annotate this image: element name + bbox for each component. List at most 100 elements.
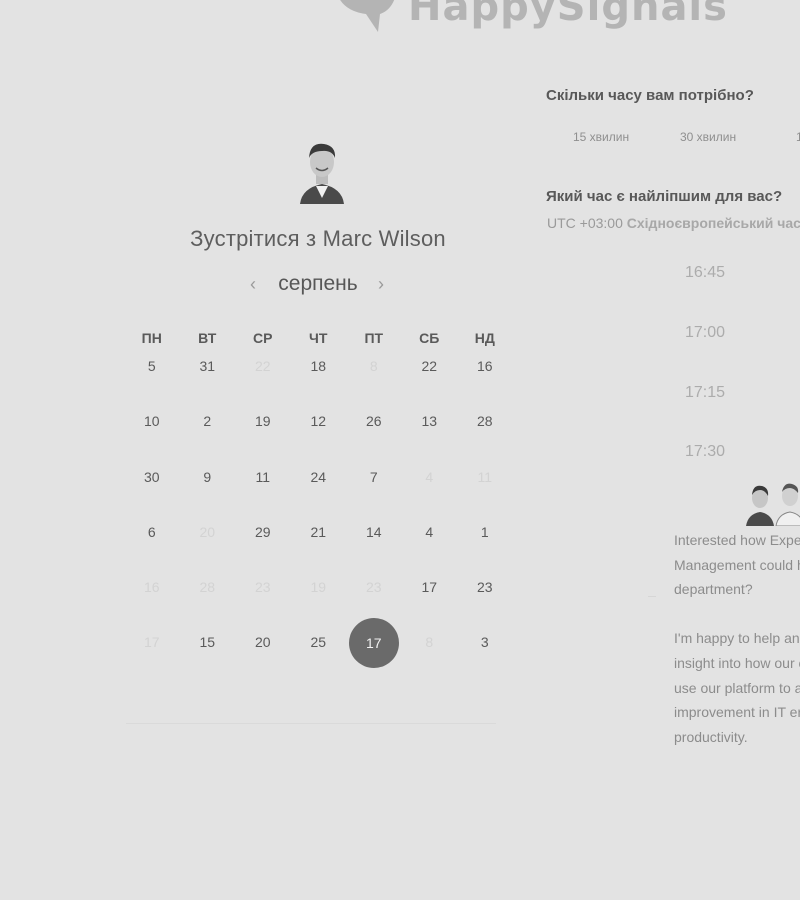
calendar-day-number: 28 bbox=[476, 413, 493, 430]
calendar-day-number: 19 bbox=[254, 413, 271, 430]
chevron-right-icon[interactable]: › bbox=[378, 274, 384, 295]
calendar-day-number: 20 bbox=[199, 523, 216, 540]
calendar-day[interactable]: 31 bbox=[180, 354, 236, 409]
time-slot[interactable]: 16:45 bbox=[646, 258, 764, 288]
calendar-day: 17 bbox=[124, 630, 180, 685]
description-line: use our platform to a bbox=[674, 679, 800, 696]
month-navigator: ‹ серпень › bbox=[240, 270, 396, 302]
weekday-label: ВТ bbox=[198, 330, 217, 346]
duration-question: Скільки часу вам потрібно? bbox=[546, 87, 754, 104]
calendar-week-row: 6 20 29 21 14 4 1 bbox=[124, 520, 512, 575]
calendar-day-number: 25 bbox=[310, 634, 327, 651]
calendar-day[interactable]: 23 bbox=[457, 575, 513, 630]
calendar-day[interactable]: 15 bbox=[180, 630, 236, 685]
description-line: productivity. bbox=[674, 728, 748, 745]
calendar-day-number: 2 bbox=[203, 413, 212, 430]
calendar-day-number: 26 bbox=[365, 413, 382, 430]
calendar-day-number: 1 bbox=[480, 523, 489, 540]
calendar-day[interactable]: 19 bbox=[235, 409, 291, 464]
calendar-day-selected[interactable]: 17 bbox=[346, 618, 402, 685]
calendar-day: 11 bbox=[457, 465, 513, 520]
calendar-day-number: 20 bbox=[254, 634, 271, 651]
time-slot[interactable]: 17:00 bbox=[646, 318, 764, 348]
decorative-dash bbox=[648, 596, 656, 597]
calendar-day: 22 bbox=[235, 354, 291, 409]
calendar-day[interactable]: 7 bbox=[346, 465, 402, 520]
month-label: серпень bbox=[278, 272, 358, 295]
description-line: improvement in IT er bbox=[674, 704, 800, 721]
brand-name: HappySignals bbox=[408, 0, 728, 30]
calendar-day-number: 14 bbox=[365, 523, 382, 540]
calendar-day[interactable]: 13 bbox=[402, 409, 458, 464]
timezone-selector[interactable]: UTC +03:00 Східноєвропейський час bbox=[547, 215, 800, 231]
calendar-day[interactable]: 6 bbox=[124, 520, 180, 575]
duration-option-60[interactable]: 1 bbox=[796, 130, 800, 144]
description-line: I'm happy to help and bbox=[674, 630, 800, 647]
calendar-day[interactable]: 29 bbox=[235, 520, 291, 575]
calendar-week-row: 16 28 23 19 23 17 23 bbox=[124, 575, 512, 630]
calendar-day[interactable]: 18 bbox=[291, 354, 347, 409]
timezone-name: Східноєвропейський час bbox=[626, 215, 800, 231]
calendar-day-number: 10 bbox=[143, 413, 160, 430]
calendar-day[interactable]: 30 bbox=[124, 465, 180, 520]
calendar-day-number: 3 bbox=[480, 634, 489, 651]
calendar-day[interactable]: 25 bbox=[291, 630, 347, 685]
calendar-day-number: 6 bbox=[147, 523, 156, 540]
duration-option-15[interactable]: 15 хвилин bbox=[573, 130, 629, 144]
calendar-day[interactable]: 28 bbox=[457, 409, 513, 464]
calendar-day-number: 11 bbox=[255, 468, 271, 485]
calendar-day-number: 23 bbox=[254, 579, 271, 596]
calendar-day[interactable]: 26 bbox=[346, 409, 402, 464]
calendar-day-number: 17 bbox=[421, 579, 438, 596]
booking-page: HappySignals Зустрітися з Marc Wilson ‹ … bbox=[0, 0, 800, 900]
calendar-day-number: 17 bbox=[143, 634, 160, 651]
calendar-day-number: 5 bbox=[147, 358, 156, 374]
calendar-day-number: 7 bbox=[369, 468, 378, 485]
calendar-day: 23 bbox=[235, 575, 291, 630]
weekday-label: СР bbox=[253, 330, 273, 346]
calendar-day-number: 21 bbox=[310, 523, 327, 540]
weekday-label: СБ bbox=[419, 330, 440, 346]
calendar-day: 16 bbox=[124, 575, 180, 630]
calendar-day[interactable]: 20 bbox=[235, 630, 291, 685]
weekday-label: ПТ bbox=[364, 330, 384, 346]
divider bbox=[126, 723, 496, 724]
time-slot[interactable]: 17:30 bbox=[646, 437, 764, 467]
calendar-day[interactable]: 5 bbox=[124, 354, 180, 409]
calendar-day-number: 11 bbox=[477, 468, 493, 485]
calendar-day[interactable]: 9 bbox=[180, 465, 236, 520]
calendar-day-number: 30 bbox=[143, 468, 160, 485]
calendar-day[interactable]: 2 bbox=[180, 409, 236, 464]
weekday-label: ПН bbox=[141, 330, 162, 346]
calendar-day-number: 19 bbox=[310, 579, 327, 596]
host-avatar bbox=[300, 143, 344, 204]
calendar-day[interactable]: 3 bbox=[457, 630, 513, 685]
calendar-day-number: 31 bbox=[199, 358, 216, 374]
calendar-day[interactable]: 16 bbox=[457, 354, 513, 409]
calendar-day[interactable]: 24 bbox=[291, 465, 347, 520]
calendar-day[interactable]: 21 bbox=[291, 520, 347, 575]
calendar-day-number: 22 bbox=[254, 358, 271, 374]
time-question: Який час є найліпшим для вас? bbox=[546, 188, 783, 205]
calendar-day-number: 9 bbox=[203, 468, 212, 485]
weekday-header: ПН ВТ СР ЧТ ПТ СБ НД bbox=[124, 330, 512, 354]
calendar-day-number: 13 bbox=[421, 413, 438, 430]
calendar-day[interactable]: 1 bbox=[457, 520, 513, 575]
calendar-day[interactable]: 14 bbox=[346, 520, 402, 575]
calendar-day[interactable]: 22 bbox=[402, 354, 458, 409]
host-description: Interested how Expe Management could h d… bbox=[674, 528, 800, 750]
calendar-day[interactable]: 4 bbox=[402, 520, 458, 575]
calendar-day-number: 23 bbox=[365, 579, 382, 596]
calendar-day-number: 8 bbox=[369, 358, 378, 374]
brand-logo: HappySignals bbox=[328, 0, 727, 36]
calendar-day[interactable]: 10 bbox=[124, 409, 180, 464]
timezone-offset: UTC +03:00 bbox=[547, 215, 623, 231]
calendar-day[interactable]: 12 bbox=[291, 409, 347, 464]
time-slot[interactable]: 17:15 bbox=[646, 378, 764, 408]
calendar-day[interactable]: 11 bbox=[235, 465, 291, 520]
calendar-day[interactable]: 17 bbox=[402, 575, 458, 630]
calendar-day: 28 bbox=[180, 575, 236, 630]
calendar-day-number: 12 bbox=[310, 413, 327, 430]
duration-option-30[interactable]: 30 хвилин bbox=[680, 130, 736, 144]
calendar-day-number: 23 bbox=[476, 579, 493, 596]
